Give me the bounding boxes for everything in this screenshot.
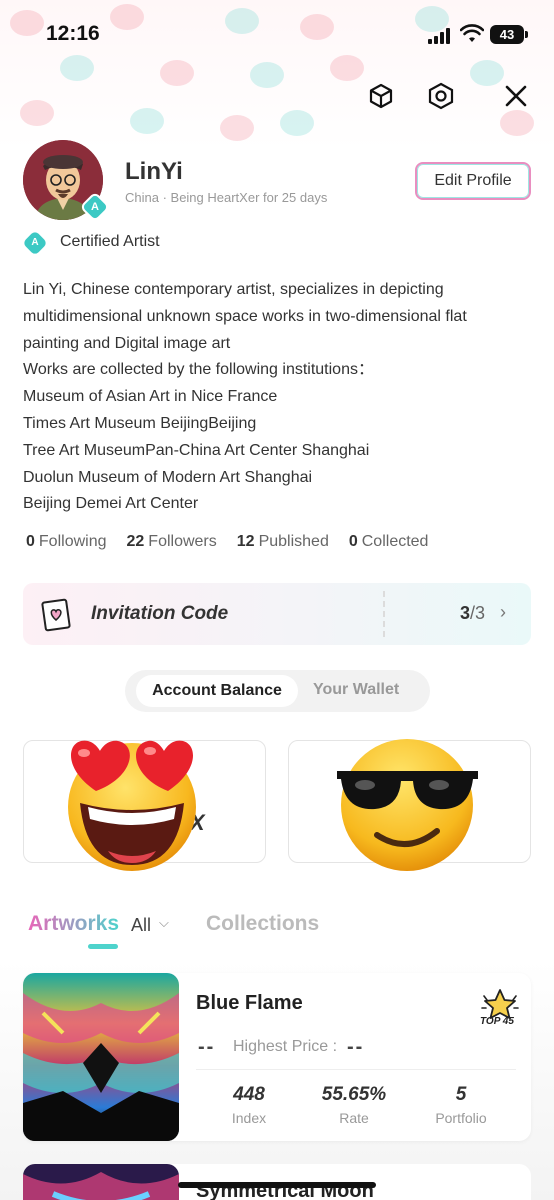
artwork-metric-portfolio: 5 Portfolio bbox=[435, 1084, 487, 1126]
artwork-highest-price-label: Highest Price : bbox=[233, 1038, 338, 1055]
stat-collected[interactable]: 0 Collected bbox=[349, 533, 429, 551]
bio-line: Times Art Museum BeijingBeijing bbox=[23, 414, 257, 432]
artwork-highest-price-value: -- bbox=[347, 1036, 365, 1058]
bio-line: painting and Digital image art bbox=[23, 334, 231, 352]
certified-artist-icon: A bbox=[22, 230, 48, 256]
artwork-title: Blue Flame bbox=[196, 992, 303, 1014]
invitation-count: 3/3 bbox=[460, 603, 486, 623]
heart-eyes-emoji-icon bbox=[68, 740, 196, 871]
invitation-card-icon bbox=[41, 598, 71, 632]
tab-artworks[interactable]: Artworks bbox=[28, 912, 119, 936]
stat-following[interactable]: 0 Following bbox=[26, 533, 107, 551]
chevron-right-icon: › bbox=[500, 602, 506, 622]
battery-indicator: 43 bbox=[490, 25, 524, 44]
wifi-icon bbox=[460, 24, 484, 42]
artworks-filter-dropdown[interactable]: All bbox=[131, 915, 151, 936]
artwork-divider bbox=[196, 1069, 516, 1070]
bio-line: multidimensional unknown space works in … bbox=[23, 307, 467, 325]
bio-line: Works are collected by the following ins… bbox=[23, 361, 374, 379]
invitation-code-banner[interactable]: Invitation Code 3/3 › bbox=[23, 583, 531, 645]
profile-bio: Lin Yi, Chinese contemporary artist, spe… bbox=[23, 277, 533, 518]
profile-name: LinYi bbox=[125, 158, 183, 185]
artwork-metric-index: 448 Index bbox=[231, 1084, 267, 1126]
bio-line: Museum of Asian Art in Nice France bbox=[23, 388, 278, 406]
artwork-price-placeholder: -- bbox=[198, 1036, 216, 1058]
artwork-metric-rate: 55.65% Rate bbox=[321, 1084, 387, 1126]
bio-line: Beijing Demei Art Center bbox=[23, 495, 199, 513]
bio-line: Lin Yi, Chinese contemporary artist, spe… bbox=[23, 281, 444, 298]
tab-your-wallet[interactable]: Your Wallet bbox=[313, 681, 399, 699]
tab-account-balance[interactable]: Account Balance bbox=[136, 675, 298, 707]
stat-followers[interactable]: 22 Followers bbox=[127, 533, 217, 551]
bio-line: Duolun Museum of Modern Art Shanghai bbox=[23, 468, 313, 486]
close-icon[interactable] bbox=[500, 80, 532, 112]
status-bar: 12:16 43 bbox=[0, 0, 554, 70]
active-tab-indicator bbox=[88, 944, 118, 949]
tab-collections[interactable]: Collections bbox=[206, 912, 319, 936]
balance-tab-switch: Account Balance Your Wallet bbox=[125, 670, 430, 712]
hexagon-settings-icon[interactable] bbox=[425, 80, 457, 112]
status-time: 12:16 bbox=[46, 22, 100, 45]
sunglasses-emoji-icon bbox=[337, 739, 478, 871]
battery-cap bbox=[525, 31, 528, 38]
home-indicator[interactable] bbox=[178, 1182, 376, 1188]
profile-subline: China · Being HeartXer for 25 days bbox=[125, 190, 328, 205]
invitation-divider bbox=[383, 591, 385, 637]
certified-artist-label: Certified Artist bbox=[60, 233, 160, 250]
bio-line: Tree Art MuseumPan-China Art Center Shan… bbox=[23, 441, 370, 459]
edit-profile-button[interactable]: Edit Profile bbox=[415, 162, 531, 200]
chevron-down-icon[interactable]: ⌵ bbox=[159, 915, 169, 931]
artwork-thumbnail[interactable] bbox=[23, 1164, 179, 1200]
cube-icon[interactable] bbox=[365, 80, 397, 112]
stat-published[interactable]: 12 Published bbox=[237, 533, 329, 551]
profile-stats: 0 Following 22 Followers 12 Published 0 Coll… bbox=[26, 533, 428, 551]
artwork-thumbnail[interactable] bbox=[23, 973, 179, 1141]
artwork-rank-badge: TOP 45 bbox=[480, 1016, 514, 1027]
invitation-code-label: Invitation Code bbox=[91, 603, 229, 624]
cellular-signal-icon bbox=[428, 28, 454, 44]
